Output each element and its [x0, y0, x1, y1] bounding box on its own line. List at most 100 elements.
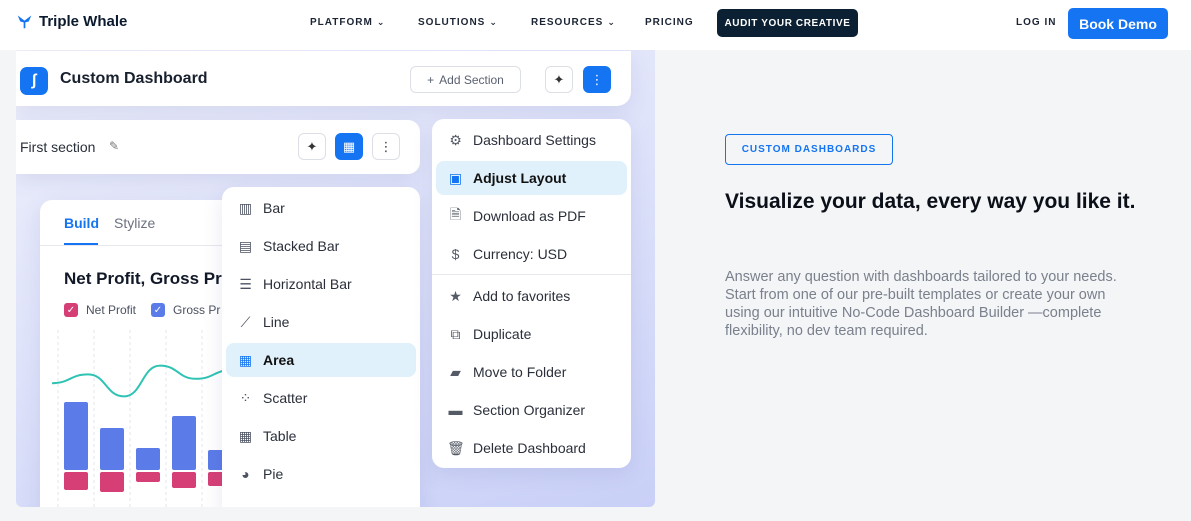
chevron-down-icon: ⌄	[376, 17, 386, 27]
legend-gross-profit[interactable]: ✓ Gross Pr	[151, 303, 220, 317]
bar-gross-profit[interactable]	[136, 448, 160, 470]
bar-net-profit[interactable]	[64, 472, 88, 490]
chart-type-scatter[interactable]: ⁘ Scatter	[226, 381, 416, 415]
table-icon: ▦	[238, 427, 253, 444]
tab-build[interactable]: Build	[64, 215, 99, 231]
bar-gross-profit[interactable]	[172, 416, 196, 470]
menu-item-label: Dashboard Settings	[473, 132, 596, 148]
kebab-menu-icon: ⋮	[590, 71, 604, 87]
nav-solutions-label: SOLUTIONS	[418, 17, 486, 28]
duplicate-icon: ⧉	[450, 325, 461, 342]
kebab-menu-icon: ⋮	[379, 138, 393, 154]
brand-name: Triple Whale	[39, 13, 128, 30]
menu-item-label: Download as PDF	[473, 208, 586, 224]
option-add-to-favorites[interactable]: ★ Add to favorites	[436, 279, 627, 313]
organizer-icon: ▬	[448, 402, 463, 418]
horizontal-bar-icon: ☰	[239, 275, 252, 292]
scatter-icon: ⁘	[239, 389, 252, 406]
bar-net-profit[interactable]	[172, 472, 196, 488]
stacked-bar-icon: ▤	[238, 237, 253, 254]
menu-item-label: Area	[263, 352, 295, 368]
sparkle-icon: ✦	[553, 71, 565, 87]
pencil-icon[interactable]: ✎	[109, 139, 119, 153]
menu-item-label: Stacked Bar	[263, 238, 340, 254]
folder-icon: ▰	[450, 363, 461, 380]
currency-icon: $	[451, 246, 460, 262]
book-demo-button[interactable]: Book Demo	[1068, 8, 1168, 39]
legend-net-profit[interactable]: ✓ Net Profit	[64, 303, 136, 317]
nav-pricing-label: PRICING	[645, 17, 694, 28]
section-more-button[interactable]: ⋮	[372, 133, 400, 160]
chart-type-horizontal-bar[interactable]: ☰ Horizontal Bar	[226, 267, 416, 301]
checkbox-checked-icon: ✓	[151, 303, 165, 317]
menu-item-label: Table	[263, 428, 297, 444]
nav-pricing[interactable]: PRICING	[645, 17, 694, 28]
bar-net-profit[interactable]	[136, 472, 160, 482]
more-options-button[interactable]: ⋮	[583, 66, 611, 93]
product-illustration: ʃ Custom Dashboard + Add Section ✦ ⋮ Fir…	[16, 50, 655, 507]
menu-item-label: Section Organizer	[473, 402, 586, 418]
menu-item-label: Pie	[263, 466, 284, 482]
chart-type-bar[interactable]: ▥ Bar	[226, 191, 416, 225]
option-move-to-folder[interactable]: ▰ Move to Folder	[436, 355, 627, 389]
section-header: First section ✎ ✦ ▦ ⋮	[16, 120, 420, 174]
menu-item-label: Horizontal Bar	[263, 276, 352, 292]
nav-resources[interactable]: RESOURCES ⌄	[531, 17, 616, 28]
tab-stylize[interactable]: Stylize	[114, 215, 155, 231]
nav-solutions[interactable]: SOLUTIONS ⌄	[418, 17, 498, 28]
bar-gross-profit[interactable]	[100, 428, 124, 470]
menu-divider	[432, 274, 631, 275]
brand-logo[interactable]: Triple Whale	[16, 13, 127, 30]
nav-resources-label: RESOURCES	[531, 17, 604, 28]
option-adjust-layout[interactable]: ▣ Adjust Layout	[436, 161, 627, 195]
checkbox-checked-icon: ✓	[64, 303, 78, 317]
menu-item-label: Adjust Layout	[473, 170, 567, 186]
menu-item-label: Move to Folder	[473, 364, 567, 380]
top-nav: Triple Whale PLATFORM ⌄ SOLUTIONS ⌄ RESO…	[0, 0, 1191, 50]
dashboard-options-menu: ⚙ Dashboard Settings ▣ Adjust Layout 🗎 Downlo…	[432, 119, 631, 468]
menu-item-label: Scatter	[263, 390, 308, 406]
section-layout-button[interactable]: ▦	[335, 133, 363, 160]
chevron-down-icon: ⌄	[607, 17, 616, 27]
chart-type-area[interactable]: ▦ Area	[226, 343, 416, 377]
section-ai-button[interactable]: ✦	[298, 133, 326, 160]
menu-item-label: Delete Dashboard	[473, 440, 586, 456]
legend-label: Gross Pr	[173, 303, 221, 317]
ai-sparkle-button[interactable]: ✦	[545, 66, 573, 93]
star-icon: ★	[449, 287, 462, 304]
line-chart-icon: ⟋	[240, 313, 251, 330]
pdf-icon: 🗎	[449, 206, 462, 222]
menu-item-label: Currency: USD	[473, 246, 568, 262]
chevron-down-icon: ⌄	[489, 17, 498, 27]
bar-chart-icon: ▥	[238, 199, 253, 216]
area-chart-icon: ▦	[238, 351, 253, 368]
chart-type-stacked-bar[interactable]: ▤ Stacked Bar	[226, 229, 416, 263]
chart-type-table[interactable]: ▦ Table	[226, 419, 416, 453]
grid-icon: ▦	[342, 138, 356, 154]
chart-type-line[interactable]: ⟋ Line	[226, 305, 416, 339]
option-download-as-pdf[interactable]: 🗎 Download as PDF	[436, 199, 627, 233]
menu-item-label: Add to favorites	[473, 288, 571, 304]
add-section-button[interactable]: + Add Section	[410, 66, 521, 93]
dashboard-title: Custom Dashboard	[60, 70, 208, 87]
option-section-organizer[interactable]: ▬ Section Organizer	[436, 393, 627, 427]
menu-item-label: Line	[263, 314, 290, 330]
trend-line	[51, 364, 233, 398]
option-dashboard-settings[interactable]: ⚙ Dashboard Settings	[436, 123, 627, 157]
audit-creative-button[interactable]: AUDIT YOUR CREATIVE	[717, 9, 858, 37]
section-title: First section	[20, 139, 96, 155]
option-delete-dashboard[interactable]: 🗑 Delete Dashboard	[436, 431, 627, 465]
bar-net-profit[interactable]	[100, 472, 124, 492]
login-link[interactable]: LOG IN	[1016, 17, 1056, 28]
add-section-label: Add Section	[439, 72, 504, 87]
gear-icon: ⚙	[449, 131, 462, 148]
nav-platform[interactable]: PLATFORM ⌄	[310, 17, 385, 28]
option-duplicate[interactable]: ⧉ Duplicate	[436, 317, 627, 351]
legend-label: Net Profit	[86, 303, 137, 317]
chart-type-menu: ▥ Bar ▤ Stacked Bar ☰ Horizontal Bar ⟋ Line ▦ Are…	[222, 187, 420, 507]
bar-gross-profit[interactable]	[64, 402, 88, 470]
plus-icon: +	[427, 72, 435, 87]
nav-platform-label: PLATFORM	[310, 17, 373, 28]
option-currency-usd[interactable]: $ Currency: USD	[436, 237, 627, 271]
chart-type-pie[interactable]: ◕ Pie	[226, 457, 416, 491]
